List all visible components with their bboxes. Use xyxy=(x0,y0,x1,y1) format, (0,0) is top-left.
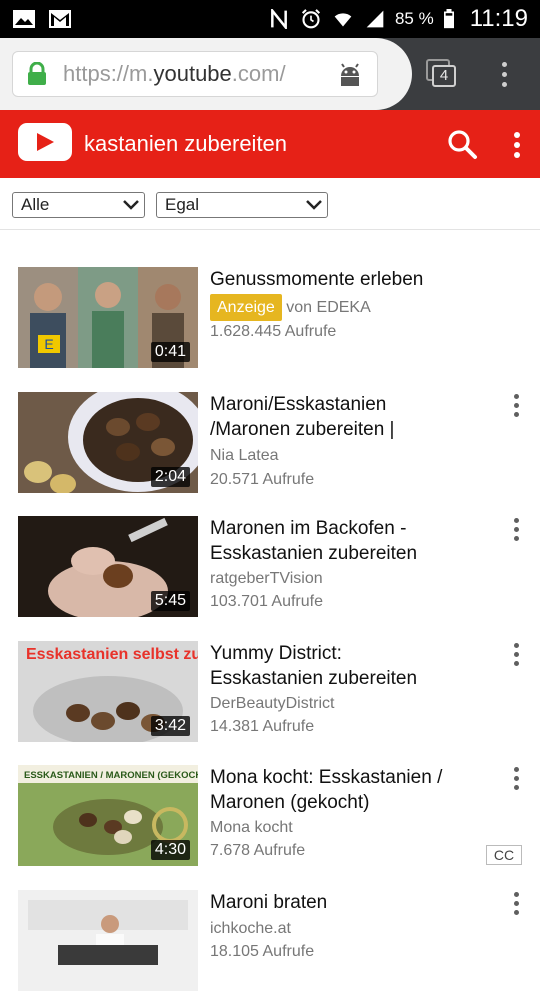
url-scheme: https://m. xyxy=(63,61,154,86)
video-views: 1.628.445 Aufrufe xyxy=(210,323,337,340)
lock-icon xyxy=(28,62,46,85)
cc-badge: CC xyxy=(486,845,522,865)
video-channel[interactable]: DerBeautyDistrict xyxy=(210,692,334,715)
ad-badge: Anzeige xyxy=(210,294,282,321)
youtube-logo[interactable] xyxy=(18,123,72,161)
youtube-menu-icon[interactable] xyxy=(506,128,526,160)
svg-text:E: E xyxy=(44,336,53,352)
search-icon[interactable] xyxy=(446,128,478,160)
video-thumbnail[interactable]: 2:04 xyxy=(18,392,198,493)
youtube-header: kastanien zubereiten xyxy=(0,110,540,178)
video-thumbnail[interactable]: ESSKASTANIEN / MARONEN (GEKOCHT) 4:30 xyxy=(18,765,198,866)
duration-filter-value: Egal xyxy=(165,195,200,214)
video-meta-line: Anzeige von EDEKA xyxy=(210,294,371,321)
signal-icon xyxy=(366,10,384,28)
video-thumbnail[interactable] xyxy=(18,890,198,991)
battery-icon xyxy=(443,9,454,29)
duration-filter-select[interactable]: Egal xyxy=(156,192,328,218)
video-title[interactable]: Mona kocht: Esskastanien / Maronen (geko… xyxy=(210,765,460,815)
url-text[interactable]: https://m.youtube.com/ xyxy=(63,61,286,87)
list-item[interactable]: Esskastanien selbst zubereiten 3:42 Yumm… xyxy=(0,641,540,751)
video-menu-icon[interactable] xyxy=(506,765,526,795)
thumbnail-text: Esskastanien selbst zubereiten xyxy=(26,646,198,663)
tab-count: 4 xyxy=(432,65,456,87)
video-title[interactable]: Yummy District: Esskastanien zubereiten xyxy=(210,641,460,691)
video-menu-icon[interactable] xyxy=(506,392,526,422)
gallery-icon xyxy=(13,10,35,28)
video-thumbnail[interactable]: Esskastanien selbst zubereiten 3:42 xyxy=(18,641,198,742)
video-duration: 0:41 xyxy=(150,342,190,362)
video-views: 14.381 Aufrufe xyxy=(210,718,315,735)
alarm-icon xyxy=(301,9,321,29)
battery-percent: 85 % xyxy=(394,9,434,28)
video-duration: 3:42 xyxy=(150,716,190,736)
video-title[interactable]: Maronen im Backofen - Esskastanien zuber… xyxy=(210,516,460,566)
type-filter-value: Alle xyxy=(21,195,50,214)
browser-toolbar: https://m.youtube.com/ 4 xyxy=(0,38,540,110)
search-query[interactable]: kastanien zubereiten xyxy=(84,131,287,157)
video-views: 7.678 Aufrufe xyxy=(210,842,306,859)
browser-menu-icon[interactable] xyxy=(494,58,514,90)
thumbnail-text: ESSKASTANIEN / MARONEN (GEKOCHT) xyxy=(24,770,198,781)
list-item[interactable]: ESSKASTANIEN / MARONEN (GEKOCHT) 4:30 Mo… xyxy=(0,765,540,875)
video-menu-icon[interactable] xyxy=(506,516,526,546)
play-icon xyxy=(37,133,54,151)
list-item[interactable]: Maroni braten ichkoche.at 18.105 Aufrufe xyxy=(0,890,540,1000)
chevron-down-icon xyxy=(123,200,139,210)
nfc-icon xyxy=(271,9,287,29)
wifi-icon xyxy=(334,13,352,27)
video-title[interactable]: Maroni/Esskastanien /Maronen zubereiten … xyxy=(210,392,460,442)
video-menu-icon[interactable] xyxy=(506,641,526,671)
tabs-button[interactable]: 4 xyxy=(424,56,458,90)
video-channel[interactable]: von EDEKA xyxy=(286,299,370,316)
video-duration: 4:30 xyxy=(150,840,190,860)
video-title[interactable]: Maroni braten xyxy=(210,890,460,915)
android-app-icon[interactable] xyxy=(337,62,363,88)
video-duration: 2:04 xyxy=(150,467,190,487)
url-area: https://m.youtube.com/ xyxy=(0,38,412,110)
video-duration: 5:45 xyxy=(150,591,190,611)
video-channel[interactable]: ichkoche.at xyxy=(210,917,291,940)
video-thumbnail[interactable]: 5:45 xyxy=(18,516,198,617)
url-bar[interactable]: https://m.youtube.com/ xyxy=(12,51,378,97)
clock: 11:19 xyxy=(469,5,528,32)
chevron-down-icon xyxy=(306,200,322,210)
type-filter-select[interactable]: Alle xyxy=(12,192,145,218)
video-views: 20.571 Aufrufe xyxy=(210,471,315,488)
filter-bar: Alle Egal xyxy=(0,178,540,230)
video-title[interactable]: Genussmomente erleben xyxy=(210,267,460,292)
video-channel[interactable]: ratgeberTVision xyxy=(210,567,323,590)
thumbnail-image xyxy=(18,890,198,991)
video-views: 103.701 Aufrufe xyxy=(210,593,323,610)
video-thumbnail[interactable]: E 0:41 xyxy=(18,267,198,368)
list-item[interactable]: 5:45 Maronen im Backofen - Esskastanien … xyxy=(0,516,540,626)
video-channel[interactable]: Nia Latea xyxy=(210,444,279,467)
url-domain: youtube xyxy=(153,61,232,86)
list-item[interactable]: 2:04 Maroni/Esskastanien /Maronen zubere… xyxy=(0,392,540,502)
video-menu-icon[interactable] xyxy=(506,890,526,920)
url-rest: .com/ xyxy=(231,61,286,86)
video-channel[interactable]: Mona kocht xyxy=(210,816,293,839)
status-bar: 85 % 11:19 xyxy=(0,0,540,38)
list-item[interactable]: E 0:41 Genussmomente erleben Anzeige von… xyxy=(0,267,540,377)
gmail-icon xyxy=(49,10,71,28)
